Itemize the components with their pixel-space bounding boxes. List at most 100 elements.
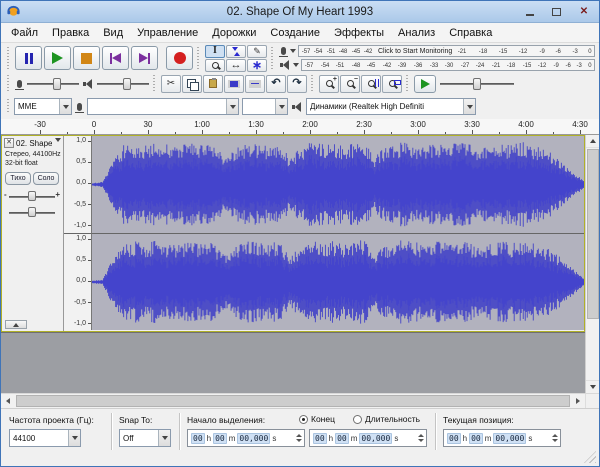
play-speed-slider[interactable] <box>440 77 514 91</box>
menu-item-transport[interactable]: Управление <box>130 25 205 41</box>
recording-channels-combo[interactable] <box>242 98 288 115</box>
pan-slider[interactable] <box>5 206 59 219</box>
cut-button[interactable]: ✂ <box>161 74 181 93</box>
slider-thumb[interactable] <box>473 77 481 90</box>
menu-item-tracks[interactable]: Дорожки <box>205 25 263 41</box>
snap-to-combo[interactable]: Off <box>119 429 171 447</box>
toolbar-grip[interactable] <box>7 47 11 69</box>
trim-audio-button[interactable] <box>224 74 244 93</box>
title-bar[interactable]: 02. Shape Of My Heart 1993 ✕ <box>1 1 599 23</box>
combo-arrow[interactable] <box>59 99 71 114</box>
selection-tool-button[interactable]: I <box>205 44 225 58</box>
zoom-out-button[interactable]: − <box>340 74 360 93</box>
time-digits[interactable]: 00,000 <box>237 432 271 444</box>
menu-item-analyze[interactable]: Анализ <box>391 25 442 41</box>
horizontal-scroll-thumb[interactable] <box>16 395 570 407</box>
audio-host-combo[interactable]: MME <box>14 98 72 115</box>
toolbar-grip[interactable] <box>197 47 201 69</box>
mute-button[interactable]: Тихо <box>5 172 31 185</box>
monitoring-text[interactable]: Click to Start Monitoring <box>375 48 455 55</box>
track-title[interactable]: 02. Shape <box>16 139 52 148</box>
paste-button[interactable] <box>203 74 223 93</box>
menu-item-file[interactable]: Файл <box>4 25 45 41</box>
vertical-scrollbar[interactable] <box>585 135 599 393</box>
close-button[interactable]: ✕ <box>569 1 599 22</box>
toolbar-grip[interactable] <box>7 99 11 114</box>
menu-item-help[interactable]: Справка <box>442 25 499 41</box>
time-digits[interactable]: 00 <box>191 432 205 444</box>
toolbar-grip[interactable] <box>7 75 11 92</box>
slider-thumb[interactable] <box>28 207 36 217</box>
meter-dropdown-icon[interactable] <box>293 63 299 67</box>
menu-item-edit[interactable]: Правка <box>45 25 96 41</box>
toolbar-grip[interactable] <box>271 47 275 69</box>
track-collapse-button[interactable] <box>5 320 27 329</box>
playback-volume-slider[interactable] <box>97 77 149 91</box>
time-digits[interactable]: 00 <box>313 432 327 444</box>
time-digits[interactable]: 00 <box>469 432 483 444</box>
horizontal-scrollbar[interactable] <box>1 393 599 408</box>
slider-thumb[interactable] <box>53 77 61 90</box>
gain-slider[interactable]: - + <box>4 190 60 203</box>
end-radio[interactable]: Конец <box>299 414 335 424</box>
play-at-speed-button[interactable] <box>414 74 436 93</box>
combo-arrow[interactable] <box>463 99 475 114</box>
vertical-ruler-right-channel[interactable]: 1,0 0,5 0,0 -0,5 -1,0 <box>64 233 92 330</box>
fit-project-button[interactable] <box>382 74 402 93</box>
skip-to-start-button[interactable] <box>102 46 129 70</box>
play-button[interactable] <box>44 46 71 70</box>
menu-item-view[interactable]: Вид <box>96 25 130 41</box>
scroll-up-arrow[interactable] <box>585 135 599 148</box>
minimize-button[interactable] <box>517 1 543 22</box>
time-spinner[interactable] <box>552 434 558 442</box>
silence-audio-button[interactable] <box>245 74 265 93</box>
time-digits[interactable]: 00,000 <box>359 432 393 444</box>
record-button[interactable] <box>166 46 193 70</box>
timeshift-tool-button[interactable]: ↔ <box>226 58 246 72</box>
vertical-scroll-thumb[interactable] <box>586 149 599 319</box>
stop-button[interactable] <box>73 46 100 70</box>
window-resize-grip[interactable] <box>584 451 596 463</box>
toolbar-grip[interactable] <box>406 75 410 92</box>
envelope-tool-button[interactable] <box>226 44 246 58</box>
toolbar-grip[interactable] <box>153 75 157 92</box>
waveform-left-channel[interactable] <box>92 136 584 233</box>
skip-to-end-button[interactable] <box>131 46 158 70</box>
redo-button[interactable]: ↷ <box>287 74 307 93</box>
pause-button[interactable] <box>15 46 42 70</box>
timeline-ruler[interactable]: -30 0 30 1:00 1:30 2:00 2:30 3:00 3:30 4:00 4:30 <box>1 119 599 135</box>
current-position-timefield[interactable]: 00 h 00 m 00,000 s <box>443 429 561 447</box>
playback-meter[interactable]: -57 -54 -51 -48 -45 -42 -39 -36 -33 -30 -27 -24 -21-… <box>279 59 595 72</box>
meter-dropdown-icon[interactable] <box>290 49 296 53</box>
maximize-button[interactable] <box>543 1 569 22</box>
time-digits[interactable]: 00 <box>335 432 349 444</box>
slider-thumb[interactable] <box>123 77 131 90</box>
undo-button[interactable]: ↶ <box>266 74 286 93</box>
time-digits[interactable]: 00 <box>447 432 461 444</box>
recording-device-combo[interactable] <box>87 98 239 115</box>
selection-end-timefield[interactable]: 00 h 00 m 00,000 s <box>309 429 427 447</box>
combo-arrow[interactable] <box>226 99 238 114</box>
recording-meter-bar[interactable]: -57 -54 -51 -48 -45 -42 Click to Start Monito… <box>298 45 595 57</box>
slider-thumb[interactable] <box>28 191 36 201</box>
scroll-right-arrow[interactable] <box>571 394 585 408</box>
scroll-left-arrow[interactable] <box>1 394 15 408</box>
zoom-in-button[interactable]: + <box>319 74 339 93</box>
solo-button[interactable]: Соло <box>33 172 59 185</box>
combo-arrow[interactable] <box>275 99 287 114</box>
playback-meter-bar[interactable]: -57 -54 -51 -48 -45 -42 -39 -36 -33 -30 -27 -24 -21-… <box>301 59 595 71</box>
selection-start-timefield[interactable]: 00 h 00 m 00,000 s <box>187 429 305 447</box>
combo-arrow[interactable] <box>68 430 80 446</box>
scroll-down-arrow[interactable] <box>585 380 599 393</box>
recording-volume-slider[interactable] <box>27 77 79 91</box>
menu-item-effects[interactable]: Эффекты <box>327 25 391 41</box>
toolbar-grip[interactable] <box>311 75 315 92</box>
track-close-button[interactable]: ✕ <box>4 138 14 148</box>
zoom-tool-button[interactable] <box>205 58 225 72</box>
waveform-display[interactable] <box>92 136 584 331</box>
time-spinner[interactable] <box>418 434 424 442</box>
radio-icon[interactable] <box>353 414 362 424</box>
combo-arrow[interactable] <box>158 430 170 446</box>
project-rate-combo[interactable]: 44100 <box>9 429 81 447</box>
time-digits[interactable]: 00,000 <box>493 432 527 444</box>
